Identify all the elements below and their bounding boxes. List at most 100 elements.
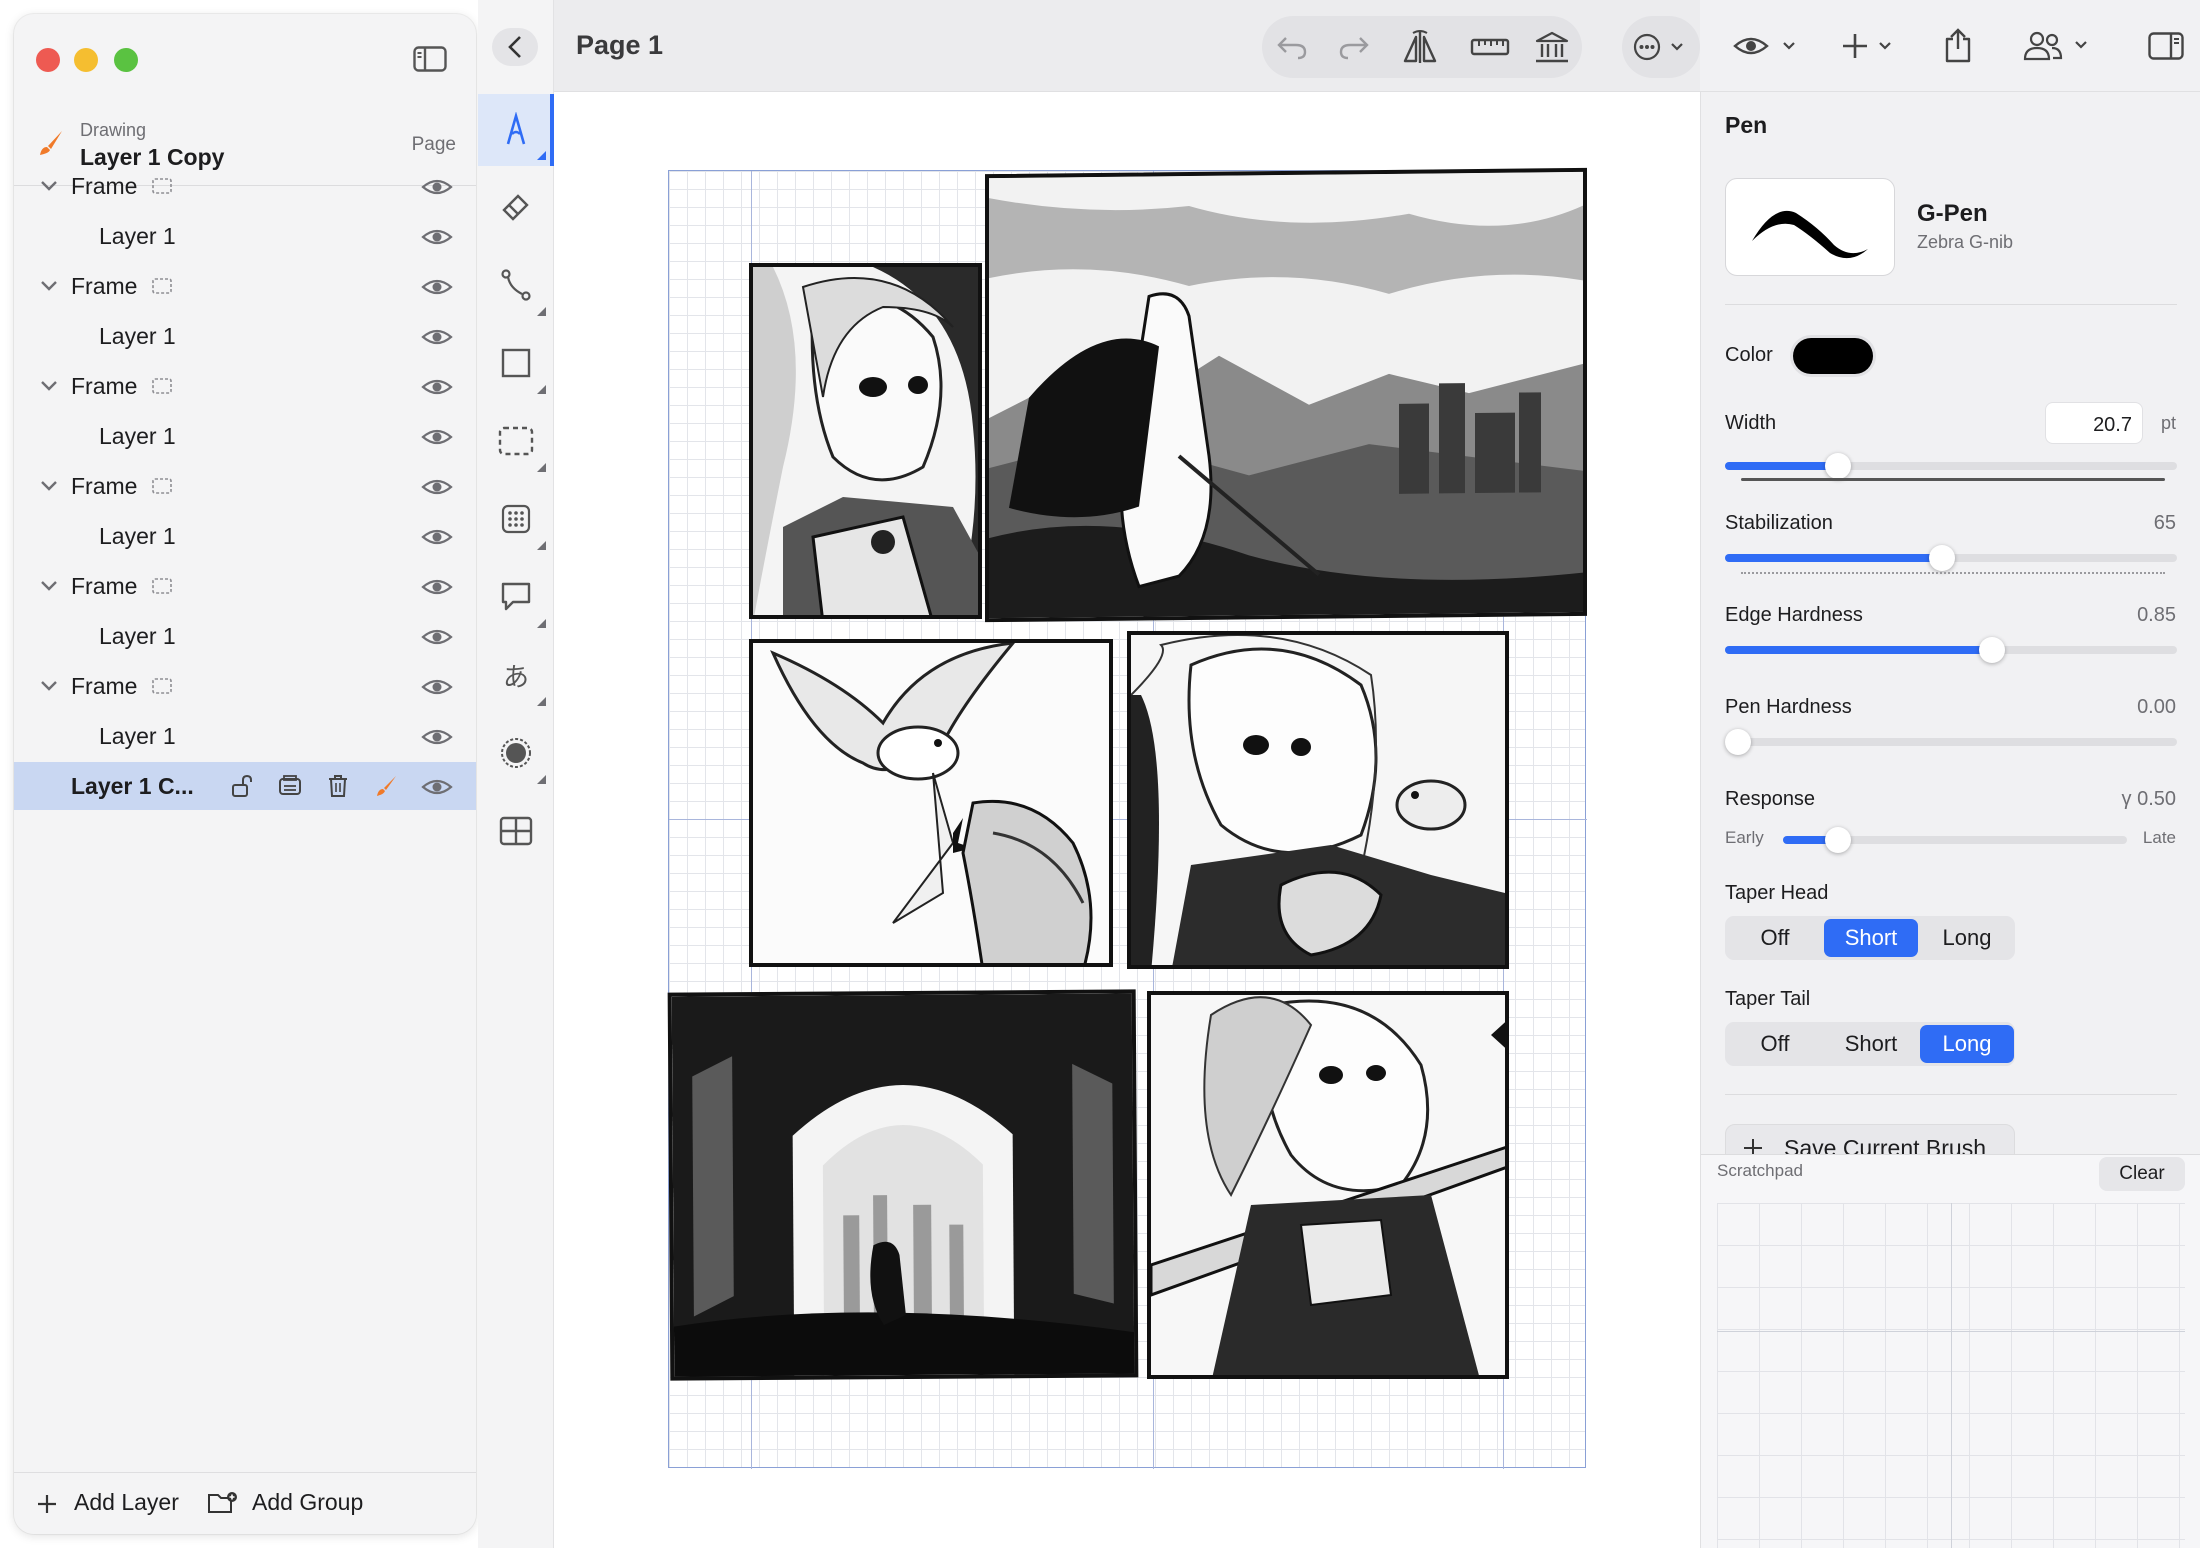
comic-panel-bird[interactable] xyxy=(749,639,1113,967)
frame-icon xyxy=(150,677,174,695)
library-icon[interactable] xyxy=(1530,26,1574,68)
add-layer-button[interactable]: Add Layer xyxy=(74,1489,179,1516)
visibility-eye-icon[interactable] xyxy=(420,426,454,448)
chevron-down-icon[interactable] xyxy=(38,578,60,594)
visibility-eye-icon[interactable] xyxy=(420,326,454,348)
scratchpad[interactable]: Scratchpad Clear xyxy=(1701,1154,2200,1548)
duplicate-icon[interactable] xyxy=(276,772,304,800)
redo-icon[interactable] xyxy=(1334,28,1374,66)
eye-icon[interactable] xyxy=(1730,28,1804,64)
response-slider[interactable] xyxy=(1783,827,2127,853)
comic-panel-gate[interactable] xyxy=(667,989,1139,1381)
undo-icon[interactable] xyxy=(1272,28,1312,66)
visibility-eye-icon[interactable] xyxy=(420,576,454,598)
close-window-button[interactable] xyxy=(36,48,60,72)
width-slider[interactable] xyxy=(1725,453,2177,479)
layer-row-frame[interactable]: Frame xyxy=(14,462,476,510)
layer-row-frame[interactable]: Frame xyxy=(14,662,476,710)
symmetry-icon[interactable] xyxy=(1398,26,1442,68)
response-slider-knob[interactable] xyxy=(1825,827,1852,853)
visibility-eye-icon[interactable] xyxy=(420,676,454,698)
fill-tool[interactable] xyxy=(478,718,554,790)
minimize-window-button[interactable] xyxy=(74,48,98,72)
comic-panel-portrait[interactable] xyxy=(749,263,982,619)
layer-name: Layer 1 xyxy=(99,323,176,349)
visibility-eye-icon[interactable] xyxy=(420,726,454,748)
width-field[interactable]: 20.7 xyxy=(2045,402,2143,444)
comic-panel-sword[interactable] xyxy=(1147,991,1509,1379)
collaborate-icon[interactable] xyxy=(2018,26,2098,66)
brush-icon[interactable] xyxy=(372,772,400,800)
chevron-down-icon[interactable] xyxy=(38,478,60,494)
visibility-eye-icon[interactable] xyxy=(420,526,454,548)
stabilization-slider-knob[interactable] xyxy=(1928,545,1955,571)
width-slider-knob[interactable] xyxy=(1825,453,1851,479)
text-tool[interactable]: あ xyxy=(478,640,554,712)
visibility-eye-icon[interactable] xyxy=(420,376,454,398)
page-scope-label[interactable]: Page xyxy=(412,134,456,156)
add-icon[interactable] xyxy=(1838,28,1904,64)
clear-scratchpad-button[interactable]: Clear xyxy=(2099,1157,2185,1191)
taper-tail-option-long[interactable]: Long xyxy=(1920,1025,2014,1063)
back-chevron-icon[interactable] xyxy=(492,28,538,66)
visibility-eye-icon[interactable] xyxy=(420,626,454,648)
unlock-icon[interactable] xyxy=(228,772,256,800)
layer-row-frame[interactable]: Frame xyxy=(14,362,476,410)
visibility-eye-icon[interactable] xyxy=(420,776,454,798)
chevron-down-icon[interactable] xyxy=(38,378,60,394)
ruler-icon[interactable] xyxy=(1468,28,1512,66)
layer-name: Layer 1 xyxy=(99,423,176,449)
layer-row[interactable]: Layer 1 xyxy=(14,412,476,460)
edge-hardness-slider[interactable] xyxy=(1725,637,2177,663)
brush-preview[interactable] xyxy=(1725,178,1895,276)
speech-bubble-tool[interactable] xyxy=(478,562,554,634)
visibility-eye-icon[interactable] xyxy=(420,226,454,248)
layer-row-selected[interactable]: Layer 1 C... xyxy=(14,762,476,810)
pen-hardness-slider[interactable] xyxy=(1725,729,2177,755)
pen-tool[interactable] xyxy=(478,94,554,166)
layer-row-frame[interactable]: Frame xyxy=(14,162,476,210)
taper-head-option-long[interactable]: Long xyxy=(1920,919,2014,957)
taper-head-option-off[interactable]: Off xyxy=(1728,919,1822,957)
layer-row[interactable]: Layer 1 xyxy=(14,512,476,560)
share-icon[interactable] xyxy=(1938,24,1978,66)
chevron-down-icon[interactable] xyxy=(38,178,60,194)
comic-panel-landscape[interactable] xyxy=(985,167,1587,623)
layer-row[interactable]: Layer 1 xyxy=(14,712,476,760)
path-tool[interactable] xyxy=(478,250,554,322)
pen-hardness-slider-knob[interactable] xyxy=(1725,729,1751,755)
color-swatch[interactable] xyxy=(1793,338,1873,374)
taper-tail-option-off[interactable]: Off xyxy=(1728,1025,1822,1063)
eraser-tool[interactable] xyxy=(478,172,554,244)
scratchpad-label: Scratchpad xyxy=(1717,1161,1803,1180)
selection-tool[interactable] xyxy=(478,406,554,478)
layer-row-frame[interactable]: Frame xyxy=(14,562,476,610)
chevron-down-icon[interactable] xyxy=(38,278,60,294)
chevron-down-icon[interactable] xyxy=(38,678,60,694)
frame-grid-tool[interactable] xyxy=(478,796,554,868)
add-group-button[interactable]: Add Group xyxy=(252,1489,363,1516)
edge-hardness-slider-knob[interactable] xyxy=(1978,637,2005,663)
layer-row[interactable]: Layer 1 xyxy=(14,312,476,360)
inspector-toggle-icon[interactable] xyxy=(2146,28,2186,64)
more-menu-button[interactable] xyxy=(1622,16,1700,78)
speech-bubble-icon xyxy=(498,578,534,616)
sidebar-toggle-icon[interactable] xyxy=(412,44,448,74)
rectangle-tool[interactable] xyxy=(478,328,554,400)
pattern-tool[interactable] xyxy=(478,484,554,556)
maximize-window-button[interactable] xyxy=(114,48,138,72)
trash-icon[interactable] xyxy=(324,772,352,800)
stabilization-slider[interactable] xyxy=(1725,545,2177,571)
manga-page[interactable] xyxy=(667,167,1587,1469)
visibility-eye-icon[interactable] xyxy=(420,276,454,298)
layer-row-frame[interactable]: Frame xyxy=(14,262,476,310)
visibility-eye-icon[interactable] xyxy=(420,476,454,498)
visibility-eye-icon[interactable] xyxy=(420,176,454,198)
comic-panel-companion[interactable] xyxy=(1127,631,1509,969)
layer-row[interactable]: Layer 1 xyxy=(14,212,476,260)
stabilization-value: 65 xyxy=(2153,512,2176,534)
taper-head-option-short[interactable]: Short xyxy=(1824,919,1918,957)
taper-tail-option-short[interactable]: Short xyxy=(1824,1025,1918,1063)
layer-row[interactable]: Layer 1 xyxy=(14,612,476,660)
color-label: Color xyxy=(1725,344,1773,366)
